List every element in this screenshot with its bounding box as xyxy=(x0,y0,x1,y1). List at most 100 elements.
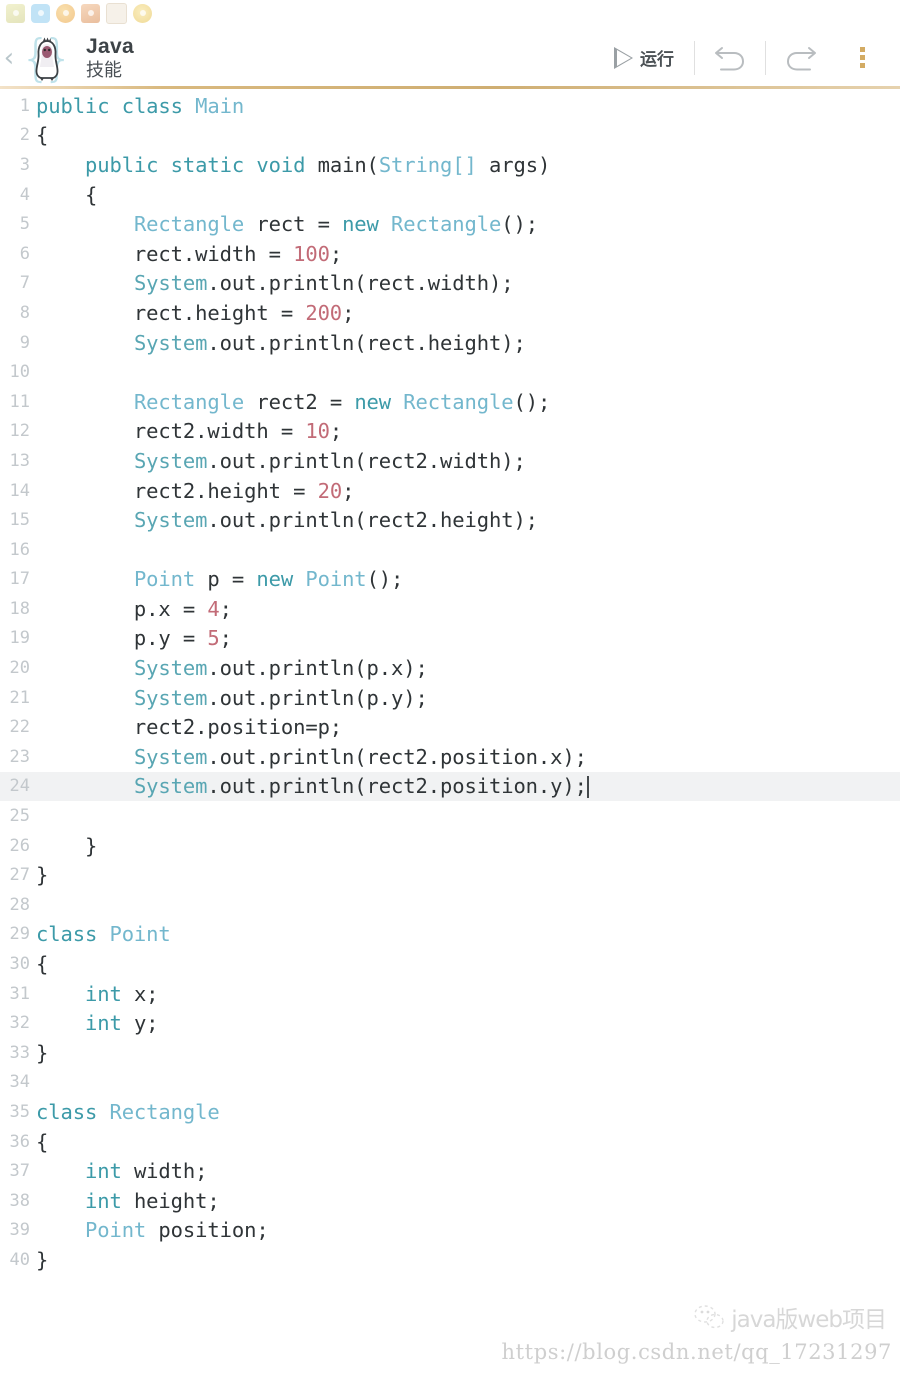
app-icon-5 xyxy=(106,2,127,24)
line-number-13: 13 xyxy=(9,450,30,471)
code-line-25[interactable]: 25 xyxy=(0,801,900,831)
code-line-text-38: int height; xyxy=(36,1189,220,1213)
watermark-text: java版web项目 xyxy=(731,1307,887,1333)
code-line-text-37: int width; xyxy=(36,1159,208,1183)
code-line-40[interactable]: 40} xyxy=(0,1245,900,1275)
code-line-13[interactable]: 13 System.out.println(rect2.width); xyxy=(0,446,900,476)
code-line-31[interactable]: 31 int x; xyxy=(0,979,900,1009)
line-number-28: 28 xyxy=(9,894,30,915)
line-number-37: 37 xyxy=(9,1161,30,1182)
token-sys: System xyxy=(133,448,208,473)
line-number-31: 31 xyxy=(9,983,30,1004)
token-typ: Main xyxy=(195,93,245,118)
code-line-27[interactable]: 27} xyxy=(0,860,900,890)
token-pl: rect = xyxy=(244,212,343,237)
back-button[interactable]: ‹ xyxy=(0,45,20,71)
code-line-12[interactable]: 12 rect2.width = 10; xyxy=(0,417,900,447)
line-number-4: 4 xyxy=(19,184,30,205)
token-kw: public xyxy=(84,152,171,177)
code-line-7[interactable]: 7 System.out.println(rect.width); xyxy=(0,269,900,299)
code-line-21[interactable]: 21 System.out.println(p.y); xyxy=(0,683,900,713)
undo-button[interactable] xyxy=(699,36,761,80)
code-line-text-7: System.out.println(rect.width); xyxy=(36,271,514,295)
code-line-30[interactable]: 30 { xyxy=(0,949,900,979)
code-line-17[interactable]: 17 Point p = new Point(); xyxy=(0,565,900,595)
code-line-28[interactable]: 28 xyxy=(0,890,900,920)
token-kw: void xyxy=(256,152,318,177)
code-line-4[interactable]: 4 { xyxy=(0,180,900,210)
token-typ: Rectangle xyxy=(109,1099,220,1124)
code-line-text-6: rect.width = 100; xyxy=(36,242,342,266)
subtitle-text: 技能 xyxy=(86,60,122,81)
redo-button[interactable] xyxy=(770,36,832,80)
code-line-text-17: Point p = new Point(); xyxy=(36,567,403,591)
code-line-35[interactable]: 35 class Rectangle xyxy=(0,1097,900,1127)
line-number-12: 12 xyxy=(9,421,30,442)
line-number-10: 10 xyxy=(9,362,30,383)
code-line-38[interactable]: 38 int height; xyxy=(0,1186,900,1216)
app-icon-1 xyxy=(6,3,25,23)
code-line-26[interactable]: 26 } xyxy=(0,831,900,861)
toolbar-divider xyxy=(694,40,695,75)
code-line-15[interactable]: 15 System.out.println(rect2.height); xyxy=(0,505,900,535)
code-line-33[interactable]: 33} xyxy=(0,1038,900,1068)
code-line-6[interactable]: 6 rect.width = 100; xyxy=(0,239,900,269)
token-sys: System xyxy=(133,508,208,533)
token-kw: class xyxy=(36,1099,110,1124)
code-line-29[interactable]: 29 class Point xyxy=(0,920,900,950)
code-line-22[interactable]: 22 rect2.position=p; xyxy=(0,712,900,742)
token-pl: (); xyxy=(366,567,404,592)
code-line-14[interactable]: 14 rect2.height = 20; xyxy=(0,476,900,506)
code-line-text-5: Rectangle rect = new Rectangle(); xyxy=(36,212,538,236)
code-line-9[interactable]: 9 System.out.println(rect.height); xyxy=(0,328,900,358)
code-line-3[interactable]: 3 public static void main(String[] args) xyxy=(0,150,900,180)
line-number-33: 33 xyxy=(9,1042,30,1063)
token-pl: { xyxy=(36,1129,49,1154)
code-line-36[interactable]: 36 { xyxy=(0,1127,900,1157)
more-dot-2 xyxy=(859,55,865,60)
code-line-5[interactable]: 5 Rectangle rect = new Rectangle(); xyxy=(0,209,900,239)
line-number-18: 18 xyxy=(9,598,30,619)
code-line-20[interactable]: 20 System.out.println(p.x); xyxy=(0,653,900,683)
token-kw: int xyxy=(84,1011,134,1036)
token-pl: { xyxy=(36,123,49,148)
line-number-34: 34 xyxy=(9,1072,30,1093)
code-line-2[interactable]: 2{ xyxy=(0,121,900,151)
code-line-32[interactable]: 32 int y; xyxy=(0,1008,900,1038)
more-dot-3 xyxy=(859,63,865,68)
code-line-37[interactable]: 37 int width; xyxy=(0,1156,900,1186)
code-line-34[interactable]: 34 xyxy=(0,1068,900,1098)
token-pl: .out.println(p.y); xyxy=(207,685,428,710)
app-header: ‹ { } Java 技能 运行 xyxy=(0,26,900,89)
code-line-text-11: Rectangle rect2 = new Rectangle(); xyxy=(36,390,550,414)
code-line-11[interactable]: 11 Rectangle rect2 = new Rectangle(); xyxy=(0,387,900,417)
app-icon-4 xyxy=(81,3,100,23)
code-editor[interactable]: 1 public class Main 2{3 public static void… xyxy=(0,89,900,1275)
code-line-16[interactable]: 16 xyxy=(0,535,900,565)
wechat-official-account-icon xyxy=(694,1305,724,1329)
line-number-25: 25 xyxy=(9,806,30,827)
token-typ: Point xyxy=(109,922,171,947)
code-line-39[interactable]: 39 Point position; xyxy=(0,1216,900,1246)
run-button[interactable]: 运行 xyxy=(608,39,690,77)
line-number-40: 40 xyxy=(9,1249,30,1270)
line-number-29: 29 xyxy=(9,924,30,945)
code-line-18[interactable]: 18 p.x = 4; xyxy=(0,594,900,624)
code-line-24[interactable]: 24 System.out.println(rect2.position.y); xyxy=(0,771,900,802)
code-line-19[interactable]: 19 p.y = 5; xyxy=(0,624,900,654)
code-line-1[interactable]: 1 public class Main xyxy=(0,91,900,121)
line-number-24: 24 xyxy=(9,776,30,797)
more-options-button[interactable] xyxy=(842,36,882,80)
code-line-23[interactable]: 23 System.out.println(rect2.position.x); xyxy=(0,742,900,772)
code-line-8[interactable]: 8 rect.height = 200; xyxy=(0,298,900,328)
code-line-10[interactable]: 10 xyxy=(0,357,900,387)
java-penguin-braces-icon: { } xyxy=(18,31,76,85)
app-icon-2 xyxy=(31,3,50,23)
code-line-text-8: rect.height = 200; xyxy=(36,301,354,325)
